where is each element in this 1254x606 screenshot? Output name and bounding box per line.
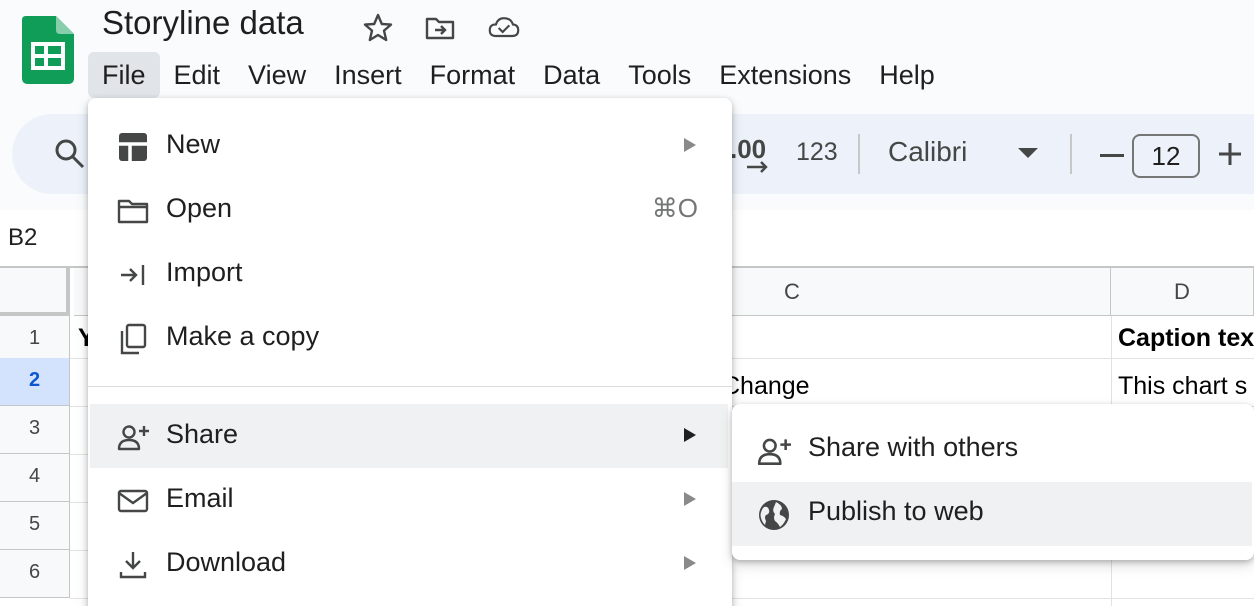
publish-to-web-item[interactable]: Publish to web xyxy=(732,482,1252,546)
star-icon[interactable] xyxy=(362,12,394,44)
row-header-5[interactable]: 5 xyxy=(0,502,70,550)
new-sheet-icon xyxy=(119,133,147,161)
document-title[interactable]: Storyline data xyxy=(102,4,304,42)
globe-icon xyxy=(759,500,789,530)
menu-edit[interactable]: Edit xyxy=(160,52,235,98)
cloud-saved-icon[interactable] xyxy=(488,12,520,44)
file-menu-make-copy[interactable]: Make a copy xyxy=(90,306,728,370)
decimal-arrow-icon xyxy=(747,161,768,173)
row-header-6[interactable]: 6 xyxy=(0,550,70,598)
toolbar-divider xyxy=(858,134,860,174)
share-submenu: Share with others Publish to web xyxy=(732,404,1254,560)
person-add-icon xyxy=(757,438,791,465)
menu-view[interactable]: View xyxy=(234,52,320,98)
folder-icon xyxy=(117,199,149,224)
submenu-arrow-icon xyxy=(684,138,696,152)
font-size-input[interactable]: 12 xyxy=(1132,134,1200,178)
sheets-logo-icon[interactable] xyxy=(22,16,74,84)
menu-tools[interactable]: Tools xyxy=(614,52,705,98)
file-menu-new-label: New xyxy=(166,129,221,159)
file-menu-download-label: Download xyxy=(166,547,287,577)
file-menu-email-label: Email xyxy=(166,483,234,513)
search-icon[interactable] xyxy=(52,136,88,172)
file-menu-new[interactable]: New xyxy=(90,114,728,178)
file-menu: New Open ⌘O Import Make a copy Share Ema… xyxy=(88,98,732,606)
row-header-1[interactable]: 1 xyxy=(0,316,70,364)
name-box[interactable]: B2 xyxy=(8,224,37,252)
row-header-3[interactable]: 3 xyxy=(0,406,70,454)
menu-help[interactable]: Help xyxy=(865,52,949,98)
publish-to-web-label: Publish to web xyxy=(808,496,984,526)
font-dropdown-caret-icon[interactable] xyxy=(1018,148,1038,158)
file-menu-import-label: Import xyxy=(166,257,243,287)
file-menu-email[interactable]: Email xyxy=(90,468,728,532)
file-menu-download[interactable]: Download xyxy=(90,532,728,596)
download-icon xyxy=(119,552,147,579)
file-menu-share-label: Share xyxy=(166,419,239,449)
menu-data[interactable]: Data xyxy=(529,52,614,98)
submenu-arrow-icon xyxy=(684,492,696,506)
open-shortcut: ⌘O xyxy=(651,193,698,223)
file-menu-share[interactable]: Share xyxy=(90,404,728,468)
font-family-select[interactable]: Calibri xyxy=(888,136,967,168)
move-folder-icon[interactable] xyxy=(424,12,456,44)
file-menu-make-copy-label: Make a copy xyxy=(166,321,320,351)
increase-font-size-icon[interactable] xyxy=(1216,140,1244,168)
file-menu-import[interactable]: Import xyxy=(90,242,728,306)
menu-bar: File Edit View Insert Format Data Tools … xyxy=(88,52,949,98)
menu-insert[interactable]: Insert xyxy=(320,52,416,98)
menu-divider xyxy=(88,386,732,387)
email-icon xyxy=(117,489,149,513)
toolbar-divider xyxy=(1070,134,1072,174)
submenu-arrow-icon xyxy=(684,556,696,570)
share-with-others-item[interactable]: Share with others xyxy=(732,418,1252,482)
column-header-d[interactable]: D xyxy=(1111,268,1254,316)
row-header-4[interactable]: 4 xyxy=(0,454,70,502)
person-add-icon xyxy=(117,425,149,451)
submenu-arrow-icon xyxy=(684,428,696,442)
cell-d2[interactable]: This chart s xyxy=(1118,372,1254,401)
more-formats-button[interactable]: 123 xyxy=(796,138,838,167)
select-all-corner[interactable] xyxy=(0,268,70,316)
cell-d1[interactable]: Caption tex xyxy=(1118,324,1254,353)
file-menu-open[interactable]: Open ⌘O xyxy=(90,178,728,242)
menu-extensions[interactable]: Extensions xyxy=(705,52,865,98)
cell-c2[interactable]: Change xyxy=(722,372,810,401)
decrease-font-size-icon[interactable] xyxy=(1100,154,1124,157)
menu-format[interactable]: Format xyxy=(416,52,530,98)
file-menu-open-label: Open xyxy=(166,193,233,223)
share-with-others-label: Share with others xyxy=(808,432,1019,462)
import-icon xyxy=(121,265,145,285)
row-header-2[interactable]: 2 xyxy=(0,358,70,406)
menu-file[interactable]: File xyxy=(88,52,160,98)
copy-icon xyxy=(120,323,147,355)
